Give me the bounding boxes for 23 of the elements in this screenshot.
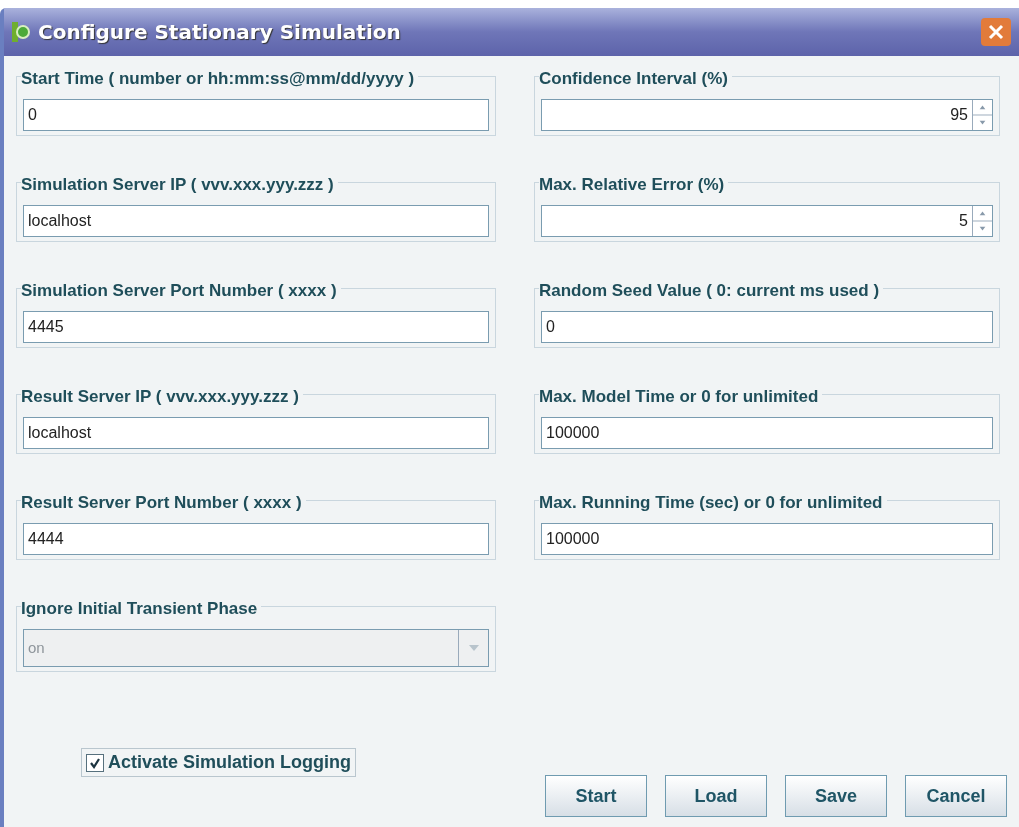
- dialog-button[interactable]: Start: [545, 775, 647, 817]
- dropdown-arrow-icon: [467, 644, 480, 652]
- app-icon: [12, 22, 30, 42]
- text-field[interactable]: 0: [23, 99, 489, 131]
- spinner-arrows-icon[interactable]: [972, 100, 992, 130]
- text-field[interactable]: localhost: [23, 417, 489, 449]
- spinner-field[interactable]: 5: [541, 205, 993, 237]
- close-icon: [988, 24, 1004, 40]
- text-field[interactable]: 100000: [541, 523, 993, 555]
- text-field[interactable]: 4445: [23, 311, 489, 343]
- text-field[interactable]: 0: [541, 311, 993, 343]
- dialog-button[interactable]: Load: [665, 775, 767, 817]
- text-field[interactable]: localhost: [23, 205, 489, 237]
- window-title: Configure Stationary Simulation: [38, 19, 401, 46]
- logging-checkbox[interactable]: Activate Simulation Logging: [81, 748, 356, 777]
- close-button[interactable]: [981, 18, 1011, 46]
- text-field[interactable]: 4444: [23, 523, 489, 555]
- spinner-field[interactable]: 95: [541, 99, 993, 131]
- text-field[interactable]: 100000: [541, 417, 993, 449]
- dialog-button[interactable]: Save: [785, 775, 887, 817]
- checkbox-icon[interactable]: [86, 753, 104, 772]
- spinner-arrows-icon[interactable]: [972, 206, 992, 236]
- dialog-button[interactable]: Cancel: [905, 775, 1007, 817]
